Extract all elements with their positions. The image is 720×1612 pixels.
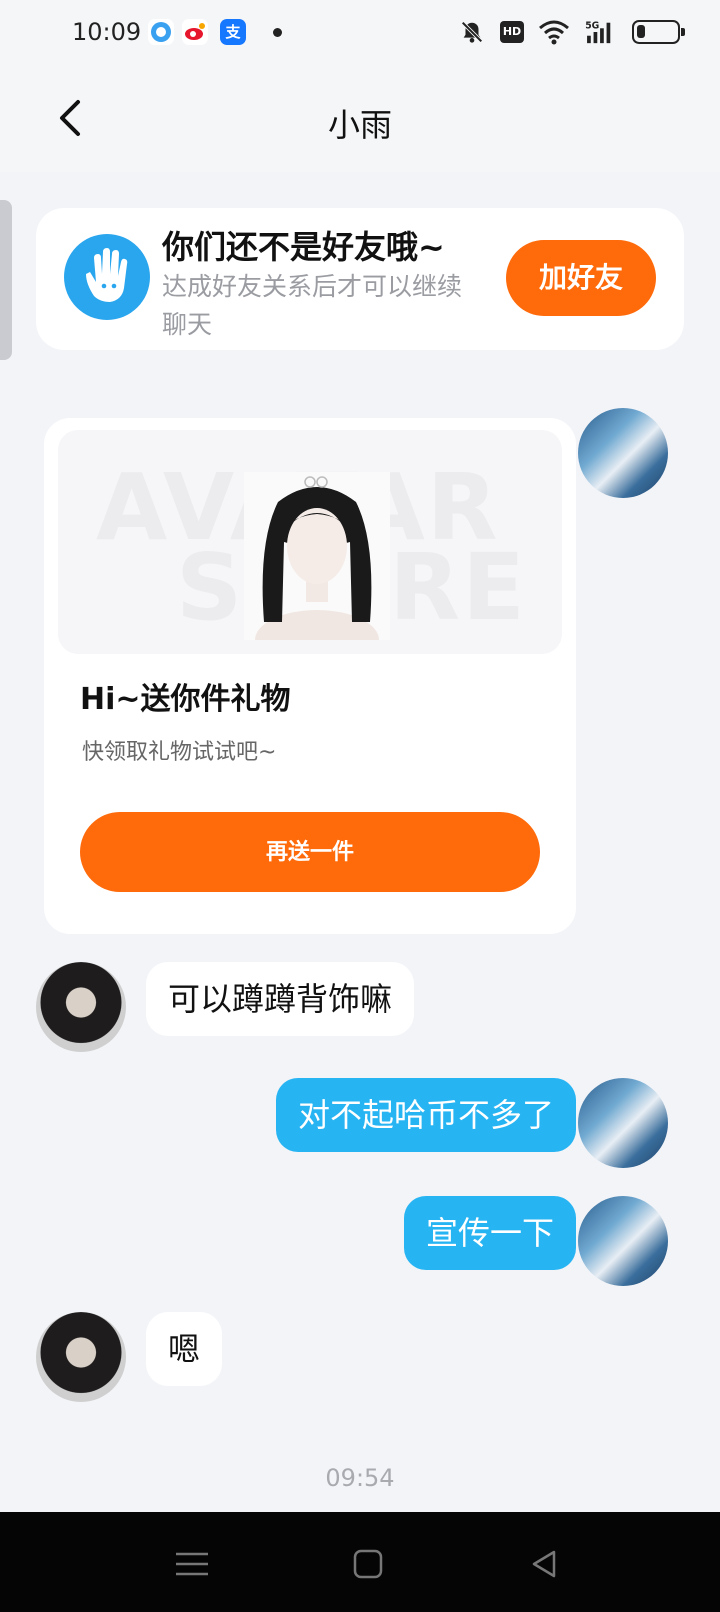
mute-bell-icon xyxy=(461,21,483,43)
my-avatar[interactable] xyxy=(578,1078,668,1168)
battery-level xyxy=(637,25,645,38)
status-right-icons: HD 5G xyxy=(458,16,685,48)
my-avatar[interactable] xyxy=(578,408,668,498)
gift-image[interactable]: AVATAR STORE xyxy=(58,430,562,654)
edge-drag-handle[interactable] xyxy=(0,200,12,360)
message-bubble-outgoing[interactable]: 宣传一下 xyxy=(403,1196,576,1270)
qq-browser-icon xyxy=(148,19,174,45)
wave-hand-icon xyxy=(64,234,150,320)
add-friend-button[interactable]: 加好友 xyxy=(506,240,656,316)
message-bubble-outgoing[interactable]: 对不起哈币不多了 xyxy=(275,1078,576,1152)
status-time: 10:09 xyxy=(72,18,142,46)
back-triangle-icon[interactable] xyxy=(524,1548,564,1580)
weibo-icon xyxy=(182,19,208,45)
signal-5g-icon: 5G xyxy=(585,20,611,44)
hd-badge: HD xyxy=(500,21,524,43)
send-another-gift-button[interactable]: 再送一件 xyxy=(80,812,540,892)
home-icon[interactable] xyxy=(348,1548,388,1580)
timestamp-divider: 09:54 xyxy=(325,1464,395,1492)
notification-dot xyxy=(273,28,282,37)
contact-avatar[interactable] xyxy=(36,1312,126,1402)
gift-title: Hi~送你件礼物 xyxy=(80,682,291,717)
contact-avatar[interactable] xyxy=(36,962,126,1052)
battery-icon xyxy=(632,20,685,44)
gift-subtitle: 快领取礼物试试吧~ xyxy=(82,740,277,765)
nav-bar: 小雨 xyxy=(0,68,720,172)
friend-notice-subtitle: 达成好友关系后才可以继续聊天 xyxy=(162,272,463,339)
status-bar: 10:09 支 HD 5G xyxy=(0,0,720,68)
friend-notice-card: 你们还不是好友哦~ 达成好友关系后才可以继续聊天 加好友 xyxy=(36,208,684,350)
wifi-icon xyxy=(539,20,569,45)
svg-text:5G: 5G xyxy=(585,20,599,31)
message-bubble-incoming[interactable]: 嗯 xyxy=(146,1312,223,1386)
alipay-icon: 支 xyxy=(220,19,246,45)
friend-notice-title: 你们还不是好友哦~ xyxy=(162,228,445,266)
my-avatar[interactable] xyxy=(578,1196,668,1286)
message-bubble-incoming[interactable]: 可以蹲蹲背饰嘛 xyxy=(146,962,415,1036)
page-title: 小雨 xyxy=(327,106,392,144)
menu-icon[interactable] xyxy=(172,1548,212,1580)
system-nav-bar xyxy=(0,1512,720,1612)
gift-card[interactable]: AVATAR STORE Hi~送你件礼物 快领取礼物试试吧~ 再送一件 xyxy=(44,418,576,934)
gift-hair-accessory-image xyxy=(244,472,390,654)
